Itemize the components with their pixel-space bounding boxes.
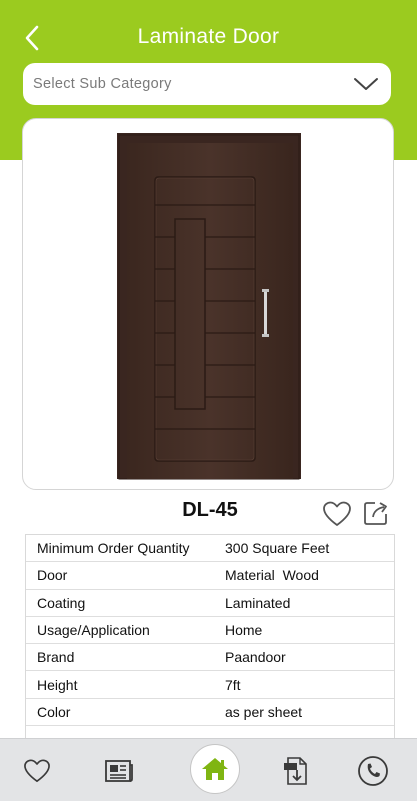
favorite-button[interactable]: [322, 500, 352, 528]
nav-favorites[interactable]: [17, 751, 57, 791]
chevron-left-icon: [25, 25, 39, 51]
chevron-down-icon: [354, 78, 378, 90]
share-icon: [364, 502, 387, 525]
spec-value: Material Wood: [225, 567, 319, 584]
spec-label: Brand: [37, 649, 75, 666]
spec-label: Coating: [37, 594, 86, 611]
spec-table: Minimum Order Quantity 300 Square Feet D…: [25, 534, 395, 740]
home-icon: [202, 758, 228, 780]
spec-row: Usage/Application Home: [26, 617, 394, 645]
nav-call[interactable]: [353, 751, 393, 791]
spec-value: 300 Square Feet: [225, 540, 330, 557]
bottom-nav: [0, 738, 417, 801]
nav-catalog[interactable]: [99, 751, 139, 791]
spec-row: Minimum Order Quantity 300 Square Feet: [26, 535, 394, 563]
product-image-card: [22, 118, 394, 490]
nav-pdf-download[interactable]: [276, 751, 316, 791]
back-button[interactable]: [14, 20, 50, 56]
catalog-icon: [105, 760, 133, 782]
spec-row: Brand Paandoor: [26, 644, 394, 672]
spec-value: as per sheet: [225, 703, 303, 720]
spec-label: Color: [37, 703, 71, 720]
spec-row: Color as per sheet: [26, 699, 394, 727]
spec-row: Height 7ft: [26, 671, 394, 699]
spec-label: Usage/Application: [37, 622, 150, 639]
spec-value: Paandoor: [225, 649, 286, 666]
spec-label: Door: [37, 567, 68, 584]
pdf-icon: [284, 757, 307, 785]
spec-value: Laminated: [225, 594, 291, 611]
spec-value: Home: [225, 622, 263, 639]
spec-label: Height: [37, 676, 78, 693]
page-title: Laminate Door: [137, 25, 280, 48]
share-button[interactable]: [362, 499, 390, 527]
spec-row: Door Material Wood: [26, 562, 394, 590]
phone-icon: [358, 756, 388, 786]
spec-row: Coating Laminated: [26, 590, 394, 617]
product-code: DL-45: [182, 499, 238, 521]
spec-label: Minimum Order Quantity: [37, 540, 190, 557]
nav-home[interactable]: [190, 744, 240, 794]
door-image: [117, 133, 301, 480]
spec-value: 7ft: [225, 676, 241, 693]
subcategory-placeholder: Select Sub Category: [33, 76, 172, 92]
heart-outline-icon: [323, 501, 351, 526]
heart-icon: [24, 759, 50, 783]
subcategory-select[interactable]: Select Sub Category: [23, 63, 391, 105]
